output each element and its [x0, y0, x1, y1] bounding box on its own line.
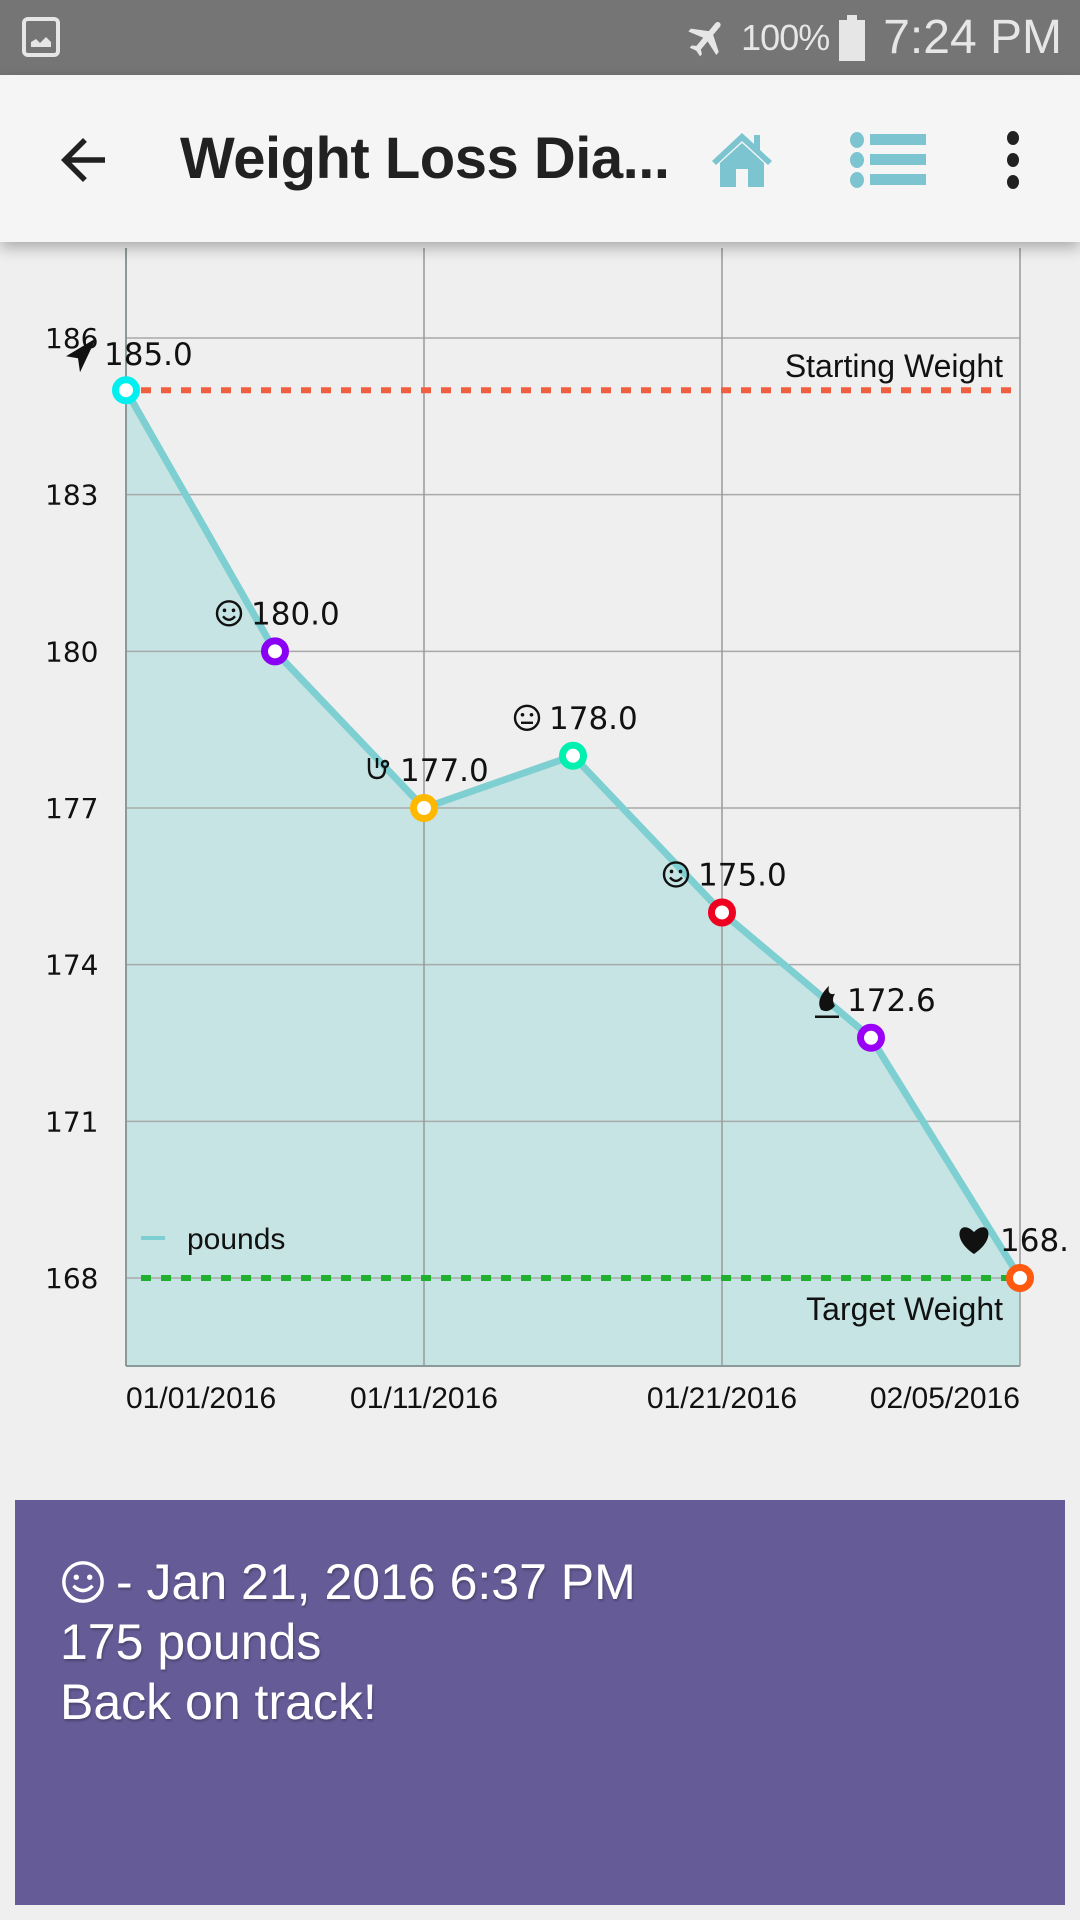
data-point-marker: [410, 794, 438, 822]
icon-eye: [529, 712, 534, 717]
y-tick-label: 168: [45, 1262, 98, 1295]
y-tick-label: 171: [45, 1105, 98, 1138]
x-tick-label: 01/21/2016: [647, 1382, 797, 1415]
chart-svg: 186 183 180 177 174 171 168 Starting Weight Targ…: [45, 248, 1069, 1415]
x-tick-label: 01/01/2016: [126, 1382, 276, 1415]
status-bar: 100% 7:24 PM: [0, 0, 1080, 75]
icon-eye: [669, 869, 674, 874]
entry-date-line: - Jan 21, 2016 6:37 PM: [60, 1552, 636, 1612]
weight-chart: 186 183 180 177 174 171 168 Starting Weight Targ…: [0, 242, 1080, 1492]
entry-note: Back on track!: [60, 1674, 377, 1730]
point-value-label: 177.0: [400, 753, 489, 789]
y-tick-label: 186: [45, 322, 98, 355]
reference-line-label: Target Weight: [806, 1291, 1003, 1327]
area-fill: [126, 390, 1020, 1366]
entry-date: - Jan 21, 2016 6:37 PM: [116, 1554, 636, 1610]
data-point-marker: [1006, 1264, 1034, 1292]
point-value-label: 172.6: [847, 983, 936, 1019]
home-icon[interactable]: [710, 129, 774, 189]
list-icon[interactable]: [850, 132, 926, 188]
point-value-label: 175.0: [698, 857, 787, 893]
point-value-label: 168.: [1000, 1223, 1069, 1259]
x-tick-label: 02/05/2016: [870, 1382, 1020, 1415]
page-title: Weight Loss Dia...: [180, 126, 670, 191]
data-point-marker: [261, 637, 289, 666]
more-vert-icon[interactable]: [995, 130, 1031, 190]
entry-detail-text: - Jan 21, 2016 6:37 PM 175 pounds Back o…: [60, 1552, 636, 1732]
data-point-marker: [708, 898, 736, 927]
data-point-marker: [559, 741, 587, 770]
icon-eye: [222, 608, 227, 613]
point-label: 178.0: [513, 701, 638, 737]
fire-icon: [819, 985, 835, 1012]
data-point-marker: [112, 376, 140, 405]
entry-weight: 175 pounds: [60, 1614, 322, 1670]
icon-eye: [231, 608, 236, 613]
y-tick-label: 183: [45, 479, 98, 512]
arrow-back-icon[interactable]: [50, 127, 116, 193]
icon-eye: [520, 712, 525, 717]
smiley-icon: [62, 1561, 104, 1603]
icon-eye: [678, 869, 683, 874]
y-tick-label: 177: [45, 792, 98, 825]
status-time: 7:24 PM: [883, 11, 1062, 64]
reference-line-label: Starting Weight: [785, 348, 1003, 384]
battery-percent: 100%: [741, 16, 830, 58]
neutral-face-icon: [513, 704, 541, 731]
data-point-marker: [857, 1023, 885, 1052]
point-value-label: 180.0: [251, 596, 340, 632]
y-tick-label: 180: [45, 635, 98, 668]
battery-full-icon: [839, 14, 866, 61]
gallery-icon: [22, 17, 60, 57]
y-tick-label: 174: [45, 949, 98, 982]
legend-label: pounds: [187, 1223, 285, 1256]
entry-detail-card[interactable]: - Jan 21, 2016 6:37 PM 175 pounds Back o…: [15, 1500, 1065, 1905]
app-bar: Weight Loss Dia...: [0, 75, 1080, 242]
x-tick-label: 01/11/2016: [350, 1382, 498, 1415]
airplane-mode-icon: [688, 21, 721, 56]
point-value-label: 185.0: [104, 337, 193, 373]
point-value-label: 178.0: [549, 701, 638, 737]
